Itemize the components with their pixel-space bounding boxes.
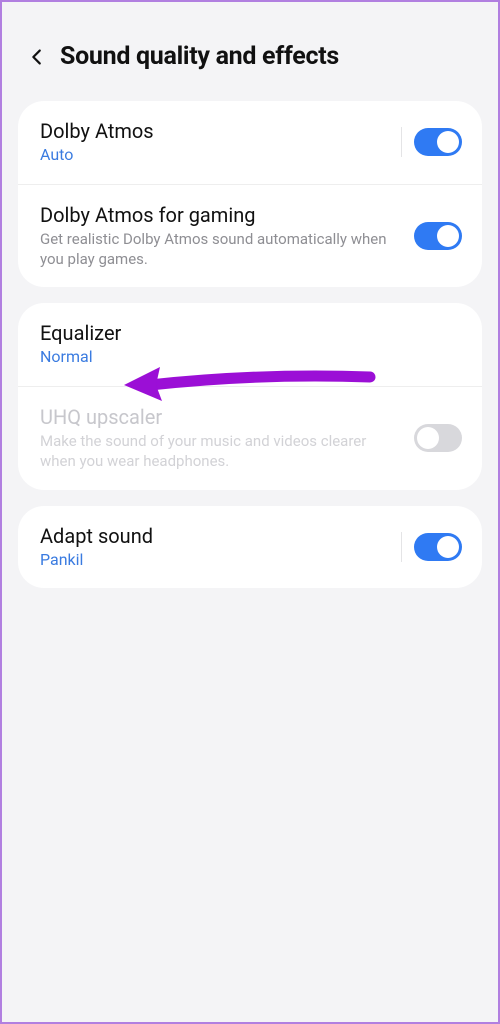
settings-group: Dolby Atmos Auto Dolby Atmos for gaming … xyxy=(18,101,482,287)
uhq-upscaler-toggle xyxy=(414,424,462,452)
row-title: Equalizer xyxy=(40,321,462,345)
adapt-sound-toggle[interactable] xyxy=(414,533,462,561)
row-uhq-upscaler: UHQ upscaler Make the sound of your musi… xyxy=(18,386,482,490)
row-text: Dolby Atmos for gaming Get realistic Dol… xyxy=(40,203,402,270)
toggle-wrap xyxy=(401,127,462,157)
toggle-wrap xyxy=(414,222,462,250)
row-adapt-sound[interactable]: Adapt sound Pankil xyxy=(18,506,482,589)
page-title: Sound quality and effects xyxy=(60,42,339,71)
row-sub: Pankil xyxy=(40,550,389,571)
toggle-wrap xyxy=(401,532,462,562)
divider xyxy=(401,127,402,157)
row-sub: Auto xyxy=(40,145,389,166)
dolby-atmos-gaming-toggle[interactable] xyxy=(414,222,462,250)
row-text: Equalizer Normal xyxy=(40,321,462,368)
row-title: Dolby Atmos for gaming xyxy=(40,203,402,227)
dolby-atmos-toggle[interactable] xyxy=(414,128,462,156)
back-icon[interactable] xyxy=(26,46,48,68)
row-sub: Normal xyxy=(40,347,462,368)
settings-group: Adapt sound Pankil xyxy=(18,506,482,589)
row-title: Adapt sound xyxy=(40,524,389,548)
row-dolby-atmos-gaming[interactable]: Dolby Atmos for gaming Get realistic Dol… xyxy=(18,184,482,288)
row-dolby-atmos[interactable]: Dolby Atmos Auto xyxy=(18,101,482,184)
row-equalizer[interactable]: Equalizer Normal xyxy=(18,303,482,386)
row-desc: Make the sound of your music and videos … xyxy=(40,431,402,472)
divider xyxy=(401,532,402,562)
row-text: Adapt sound Pankil xyxy=(40,524,389,571)
settings-group: Equalizer Normal UHQ upscaler Make the s… xyxy=(18,303,482,489)
row-text: Dolby Atmos Auto xyxy=(40,119,389,166)
row-desc: Get realistic Dolby Atmos sound automati… xyxy=(40,229,402,270)
header: Sound quality and effects xyxy=(18,24,482,101)
toggle-wrap xyxy=(414,424,462,452)
row-text: UHQ upscaler Make the sound of your musi… xyxy=(40,405,402,472)
row-title: Dolby Atmos xyxy=(40,119,389,143)
row-title: UHQ upscaler xyxy=(40,405,402,429)
